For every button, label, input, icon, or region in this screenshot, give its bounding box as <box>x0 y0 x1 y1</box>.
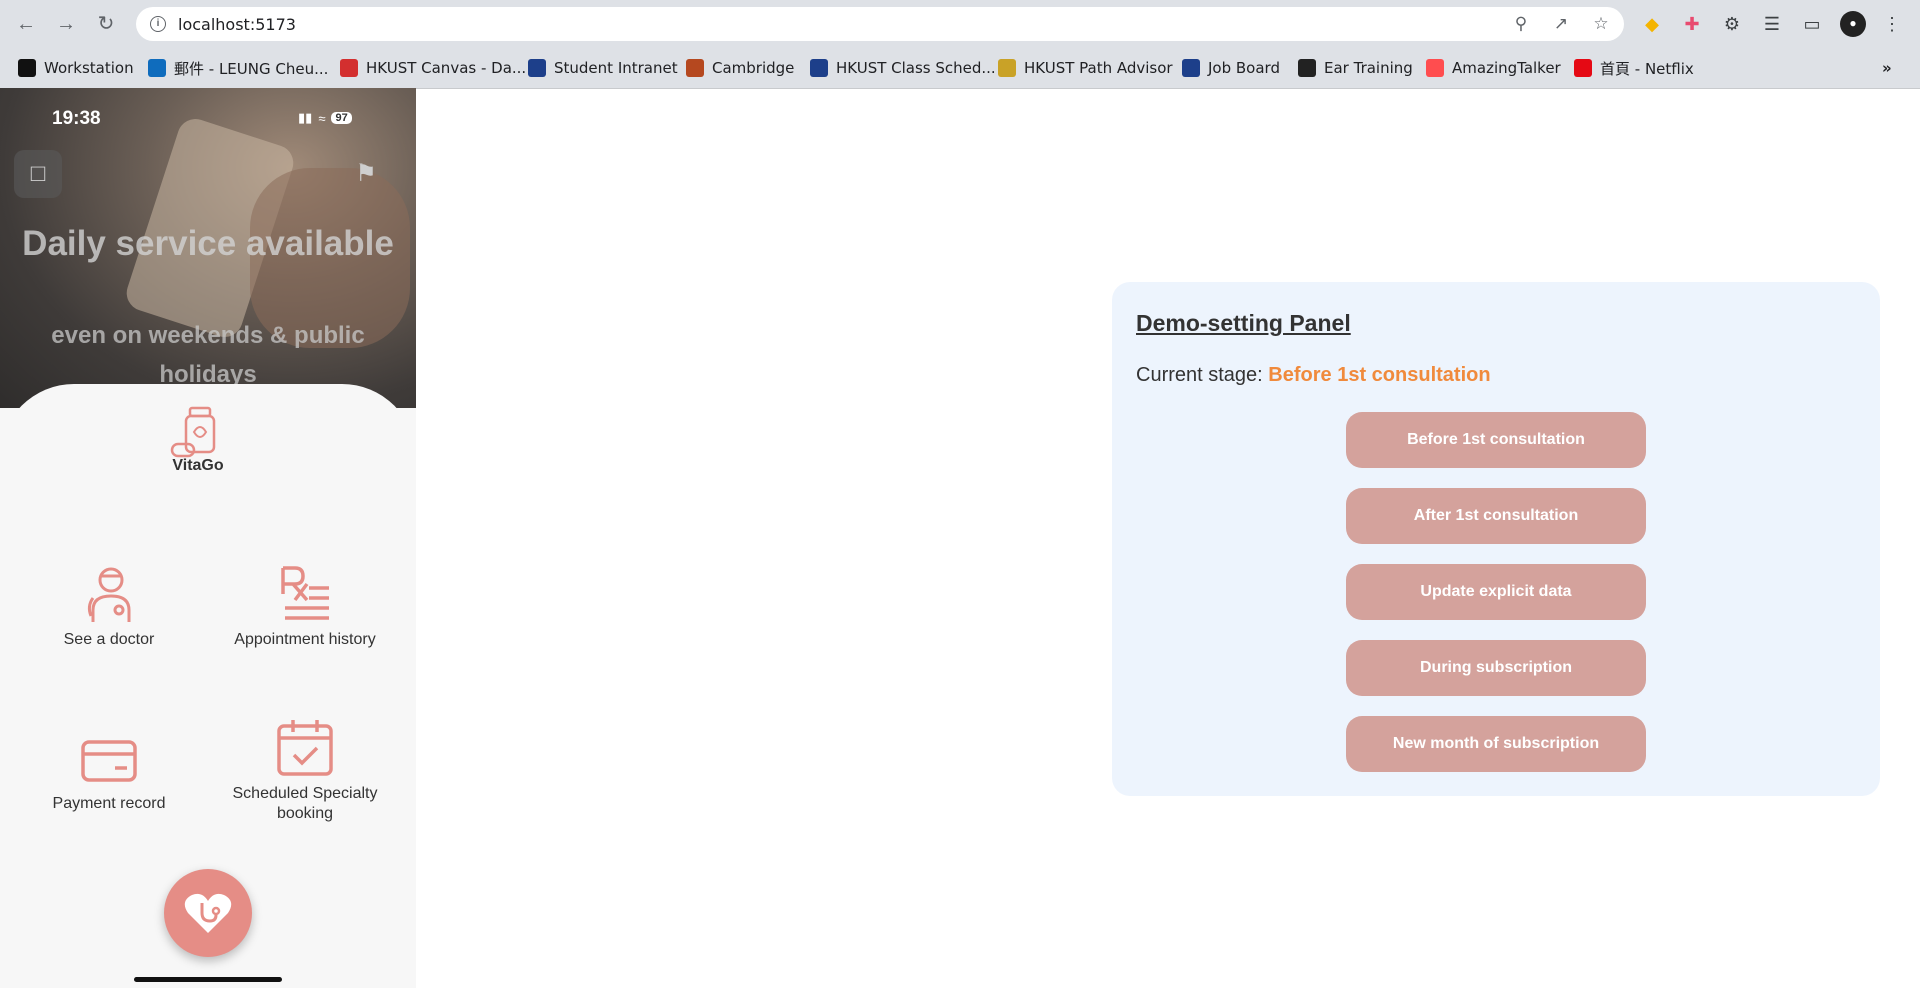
netflix-icon <box>1574 59 1592 77</box>
tile-label: Payment record <box>52 795 166 812</box>
side-panel-icon[interactable]: ▭ <box>1800 12 1824 36</box>
prescription-icon <box>281 566 329 620</box>
payment-record-tile[interactable]: Payment record <box>14 728 204 814</box>
bookmark-label: HKUST Path Advisor <box>1024 59 1173 77</box>
tile-label: Appointment history <box>234 631 376 648</box>
stage-label: Current stage: <box>1136 364 1263 386</box>
hero-subtitle: even on weekends & public holidays <box>51 322 365 388</box>
hero-banner: 19:38 ▮▮ ≈ 97 □ ⚑ Daily service availabl… <box>0 88 416 408</box>
path-advisor-icon <box>998 59 1016 77</box>
reload-icon[interactable]: ↻ <box>94 12 118 36</box>
bookmark-label: Job Board <box>1208 59 1280 77</box>
current-stage-line: Current stage: Before 1st consultation <box>1136 364 1491 387</box>
bell-icon[interactable]: ⚑ <box>342 150 390 198</box>
bookmark-student-intranet[interactable]: Student Intranet <box>528 57 678 79</box>
extension-vpn-icon[interactable]: ◆ <box>1640 12 1664 36</box>
heart-stethoscope-icon <box>184 893 232 933</box>
canvas-icon <box>340 59 358 77</box>
update-explicit-data-button[interactable]: Update explicit data <box>1346 564 1646 620</box>
browser-menu-icon[interactable]: ⋮ <box>1880 12 1904 36</box>
app-name: VitaGo <box>172 457 224 474</box>
bookmark-label: Student Intranet <box>554 59 678 77</box>
bookmark-label: HKUST Canvas - Da... <box>366 59 527 77</box>
appointment-history-tile[interactable]: Appointment history <box>210 564 400 650</box>
address-bar[interactable]: i localhost:5173 ⚲ ↗ ☆ <box>136 7 1624 41</box>
bookmark-workstation[interactable]: Workstation <box>18 57 134 79</box>
url-text[interactable]: localhost:5173 <box>178 15 296 34</box>
bookmark-canvas[interactable]: HKUST Canvas - Da... <box>340 57 526 79</box>
hero-title: Daily service available <box>22 224 394 263</box>
bookmark-ear-training[interactable]: Ear Training <box>1298 57 1413 79</box>
bookmark-cambridge[interactable]: Cambridge <box>686 57 794 79</box>
bookmark-mail[interactable]: 郵件 - LEUNG Cheu... <box>148 57 328 79</box>
ust-class-icon <box>810 59 828 77</box>
home-indicator <box>134 977 282 982</box>
bookmark-label: AmazingTalker <box>1452 59 1561 77</box>
specialty-booking-tile[interactable]: Scheduled Specialty booking <box>210 718 400 824</box>
stage-value: Before 1st consultation <box>1268 364 1491 386</box>
bookmark-star-icon[interactable]: ☆ <box>1590 13 1612 35</box>
after-1st-consultation-button[interactable]: After 1st consultation <box>1346 488 1646 544</box>
new-month-subscription-button[interactable]: New month of subscription <box>1346 716 1646 772</box>
amazingtalker-icon <box>1426 59 1444 77</box>
bookmark-label: 郵件 - LEUNG Cheu... <box>174 59 329 78</box>
back-arrow-icon[interactable]: ← <box>14 12 38 36</box>
tile-label: Scheduled Specialty booking <box>232 785 378 822</box>
wifi-icon: ≈ <box>318 110 326 126</box>
bookmarks-bar: Workstation 郵件 - LEUNG Cheu... HKUST Can… <box>0 48 1920 89</box>
zoom-icon[interactable]: ⚲ <box>1510 13 1532 35</box>
doctor-icon <box>87 567 131 622</box>
bookmark-label: Workstation <box>44 59 134 77</box>
bookmark-label: Cambridge <box>712 59 795 77</box>
extension-plus-icon[interactable]: ✚ <box>1680 12 1704 36</box>
more-bookmarks-icon[interactable]: » <box>1882 57 1892 79</box>
bookmark-amazingtalker[interactable]: AmazingTalker <box>1426 57 1561 79</box>
calendar-check-icon <box>277 720 333 776</box>
bookmark-label: HKUST Class Sched... <box>836 59 996 77</box>
tile-label: See a doctor <box>63 631 155 648</box>
share-icon[interactable]: ↗ <box>1550 13 1572 35</box>
notion-icon <box>18 59 36 77</box>
status-bar-right: ▮▮ ≈ 97 <box>298 110 352 126</box>
status-time: 19:38 <box>52 108 101 129</box>
see-doctor-tile[interactable]: See a doctor <box>14 564 204 650</box>
health-heart-button[interactable] <box>164 869 252 957</box>
bookmark-job-board[interactable]: Job Board <box>1182 57 1280 79</box>
before-1st-consultation-button[interactable]: Before 1st consultation <box>1346 412 1646 468</box>
bookmark-label: 首頁 - Netflix <box>1600 59 1694 78</box>
bookmark-netflix[interactable]: 首頁 - Netflix <box>1574 57 1694 79</box>
ear-training-icon <box>1298 59 1316 77</box>
media-queue-icon[interactable]: ☰ <box>1760 12 1784 36</box>
signal-icon: ▮▮ <box>298 110 313 125</box>
demo-setting-panel: Demo-setting Panel Current stage: Before… <box>1112 282 1880 796</box>
during-subscription-button[interactable]: During subscription <box>1346 640 1646 696</box>
battery-icon: 97 <box>331 112 352 124</box>
hkust-icon <box>528 59 546 77</box>
bookmark-path-advisor[interactable]: HKUST Path Advisor <box>998 57 1173 79</box>
credit-card-icon <box>81 740 137 782</box>
bookmark-class-schedule[interactable]: HKUST Class Sched... <box>810 57 996 79</box>
extensions-puzzle-icon[interactable]: ⚙ <box>1720 12 1744 36</box>
panel-title: Demo-setting Panel <box>1136 310 1351 336</box>
vitago-logo-icon <box>170 406 216 458</box>
outlook-icon <box>148 59 166 77</box>
forward-arrow-icon[interactable]: → <box>54 12 78 36</box>
hkust-icon <box>1182 59 1200 77</box>
profile-avatar-icon[interactable]: ● <box>1840 11 1866 37</box>
chat-icon[interactable]: □ <box>14 150 62 198</box>
browser-toolbar: ← → ↻ i localhost:5173 ⚲ ↗ ☆ ◆ ✚ ⚙ ☰ ▭ ●… <box>0 0 1920 48</box>
bookmark-label: Ear Training <box>1324 59 1413 77</box>
cambridge-icon <box>686 59 704 77</box>
phone-app-screen: 19:38 ▮▮ ≈ 97 □ ⚑ Daily service availabl… <box>0 88 416 988</box>
site-info-icon[interactable]: i <box>150 16 166 32</box>
